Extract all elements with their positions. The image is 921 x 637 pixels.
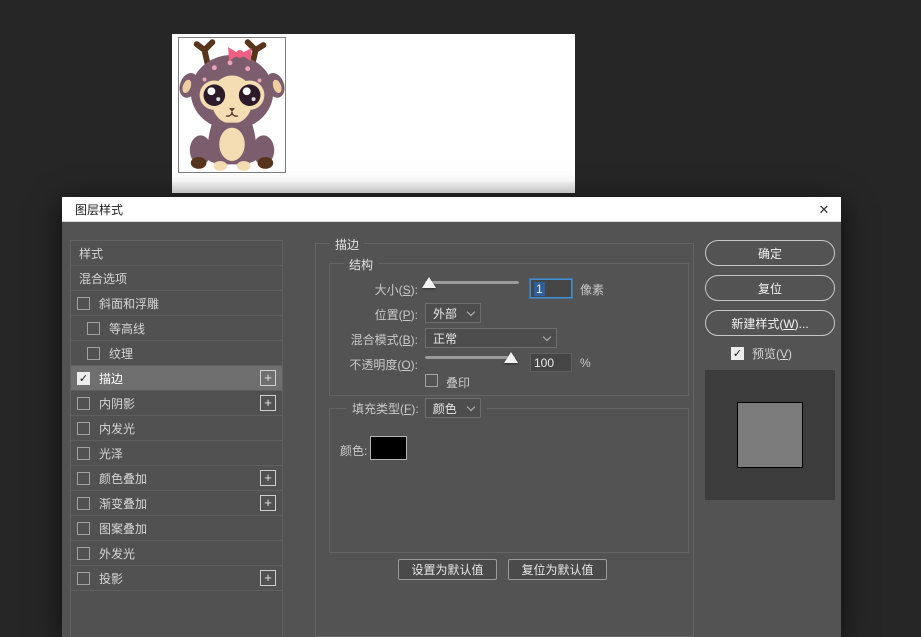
effect-checkbox[interactable]: [77, 471, 90, 485]
effect-checkbox[interactable]: [77, 446, 90, 460]
structure-section: 结构 大小(S): 1 像素 位置(P): 外部 混合模式(B): 正常 不透明…: [329, 256, 689, 396]
effect-checkbox[interactable]: [87, 346, 100, 360]
document-bottom-edge: [172, 182, 575, 193]
position-label: 位置(P):: [374, 308, 418, 322]
effects-sidebar: 样式 混合选项 斜面和浮雕 等高线 纹理 ✓ 描边 + 内阴影 + 内发光 光泽…: [70, 240, 283, 637]
stroke-color-swatch[interactable]: [370, 436, 407, 460]
style-preview-swatch: [737, 402, 803, 468]
opacity-input[interactable]: 100: [530, 353, 572, 372]
overprint-checkbox[interactable]: [425, 374, 438, 387]
sidebar-item-drop-shadow[interactable]: 投影 +: [71, 566, 282, 591]
add-gradient-overlay-instance-button[interactable]: +: [260, 495, 276, 511]
opacity-unit-label: %: [580, 356, 591, 370]
sidebar-item-color-overlay[interactable]: 颜色叠加 +: [71, 466, 282, 491]
sidebar-item-blending-options[interactable]: 混合选项: [71, 266, 282, 291]
make-default-button[interactable]: 设置为默认值: [398, 559, 497, 580]
structure-section-title: 结构: [344, 256, 379, 273]
reset-default-button[interactable]: 复位为默认值: [508, 559, 607, 580]
effect-checkbox[interactable]: [77, 396, 90, 410]
add-stroke-instance-button[interactable]: +: [260, 370, 276, 386]
opacity-slider[interactable]: [425, 351, 518, 364]
effect-checkbox[interactable]: [77, 421, 90, 435]
size-value: 1: [534, 281, 545, 296]
blend-mode-value: 正常: [433, 331, 458, 346]
dialog-title: 图层样式: [75, 202, 124, 217]
sidebar-item-styles[interactable]: 样式: [71, 241, 282, 266]
sidebar-item-inner-shadow[interactable]: 内阴影 +: [71, 391, 282, 416]
fill-section: 填充类型(F): 颜色 颜色:: [329, 398, 689, 553]
preview-label: 预览(V): [752, 347, 793, 361]
fill-type-value: 颜色: [432, 401, 457, 416]
photoshop-workspace: 图层样式 ✕ 样式 混合选项 斜面和浮雕 等高线 纹理 ✓ 描边 + 内阴影 +…: [0, 0, 921, 637]
size-slider-track[interactable]: [425, 281, 519, 284]
size-unit-label: 像素: [580, 283, 605, 297]
dialog-body: 样式 混合选项 斜面和浮雕 等高线 纹理 ✓ 描边 + 内阴影 + 内发光 光泽…: [62, 222, 841, 637]
style-preview-box: [705, 370, 835, 500]
blend-mode-label: 混合模式(B):: [350, 333, 418, 347]
opacity-value: 100: [534, 355, 555, 370]
opacity-label: 不透明度(O):: [349, 358, 418, 372]
effect-checkbox-checked[interactable]: ✓: [77, 371, 90, 385]
sidebar-item-texture[interactable]: 纹理: [71, 341, 282, 366]
sidebar-item-inner-glow[interactable]: 内发光: [71, 416, 282, 441]
fill-type-label: 填充类型(F):: [352, 401, 419, 416]
canvas-document: [172, 34, 575, 193]
effect-checkbox[interactable]: [77, 496, 90, 510]
deer-plush-illustration: [179, 39, 285, 171]
deer-plush-image: [178, 37, 286, 173]
position-value: 外部: [433, 306, 458, 321]
effect-checkbox[interactable]: [77, 546, 90, 560]
fill-type-dropdown[interactable]: 颜色: [424, 398, 481, 418]
chevron-down-icon: [542, 332, 552, 341]
overprint-label: 叠印: [446, 376, 471, 390]
color-label: 颜色:: [340, 444, 368, 458]
effect-checkbox[interactable]: [77, 296, 90, 310]
preview-toggle[interactable]: ✓ 预览(V): [731, 345, 792, 362]
sidebar-item-stroke[interactable]: ✓ 描边 +: [71, 366, 282, 391]
opacity-slider-track[interactable]: [425, 356, 515, 359]
size-slider-thumb[interactable]: [422, 277, 436, 288]
sidebar-item-gradient-overlay[interactable]: 渐变叠加 +: [71, 491, 282, 516]
stroke-panel-title: 描边: [330, 236, 365, 253]
effect-checkbox[interactable]: [77, 571, 90, 585]
position-dropdown[interactable]: 外部: [425, 303, 481, 323]
add-drop-shadow-instance-button[interactable]: +: [260, 570, 276, 586]
sidebar-item-pattern-overlay[interactable]: 图案叠加: [71, 516, 282, 541]
sidebar-item-outer-glow[interactable]: 外发光: [71, 541, 282, 566]
new-style-button[interactable]: 新建样式(W)...: [705, 310, 835, 336]
size-input[interactable]: 1: [530, 279, 572, 298]
chevron-down-icon: [466, 402, 475, 411]
close-icon[interactable]: ✕: [807, 197, 841, 222]
stroke-settings-panel: 描边 结构 大小(S): 1 像素 位置(P): 外部 混合模式(B): 正常 …: [315, 236, 694, 637]
opacity-slider-thumb[interactable]: [504, 352, 518, 363]
size-label: 大小(S):: [374, 283, 418, 297]
layer-style-dialog: 图层样式 ✕ 样式 混合选项 斜面和浮雕 等高线 纹理 ✓ 描边 + 内阴影 +…: [62, 197, 841, 637]
size-slider[interactable]: [422, 276, 519, 289]
dialog-titlebar[interactable]: 图层样式 ✕: [62, 197, 841, 222]
chevron-down-icon: [466, 307, 476, 316]
blend-mode-dropdown[interactable]: 正常: [425, 328, 557, 348]
sidebar-item-satin[interactable]: 光泽: [71, 441, 282, 466]
sidebar-item-contour[interactable]: 等高线: [71, 316, 282, 341]
effect-checkbox[interactable]: [87, 321, 100, 335]
add-color-overlay-instance-button[interactable]: +: [260, 470, 276, 486]
add-inner-shadow-instance-button[interactable]: +: [260, 395, 276, 411]
preview-checkbox[interactable]: ✓: [731, 347, 744, 360]
effect-checkbox[interactable]: [77, 521, 90, 535]
ok-button[interactable]: 确定: [705, 240, 835, 266]
reset-button[interactable]: 复位: [705, 275, 835, 301]
sidebar-item-bevel-emboss[interactable]: 斜面和浮雕: [71, 291, 282, 316]
fill-type-row: 填充类型(F): 颜色: [346, 398, 487, 418]
